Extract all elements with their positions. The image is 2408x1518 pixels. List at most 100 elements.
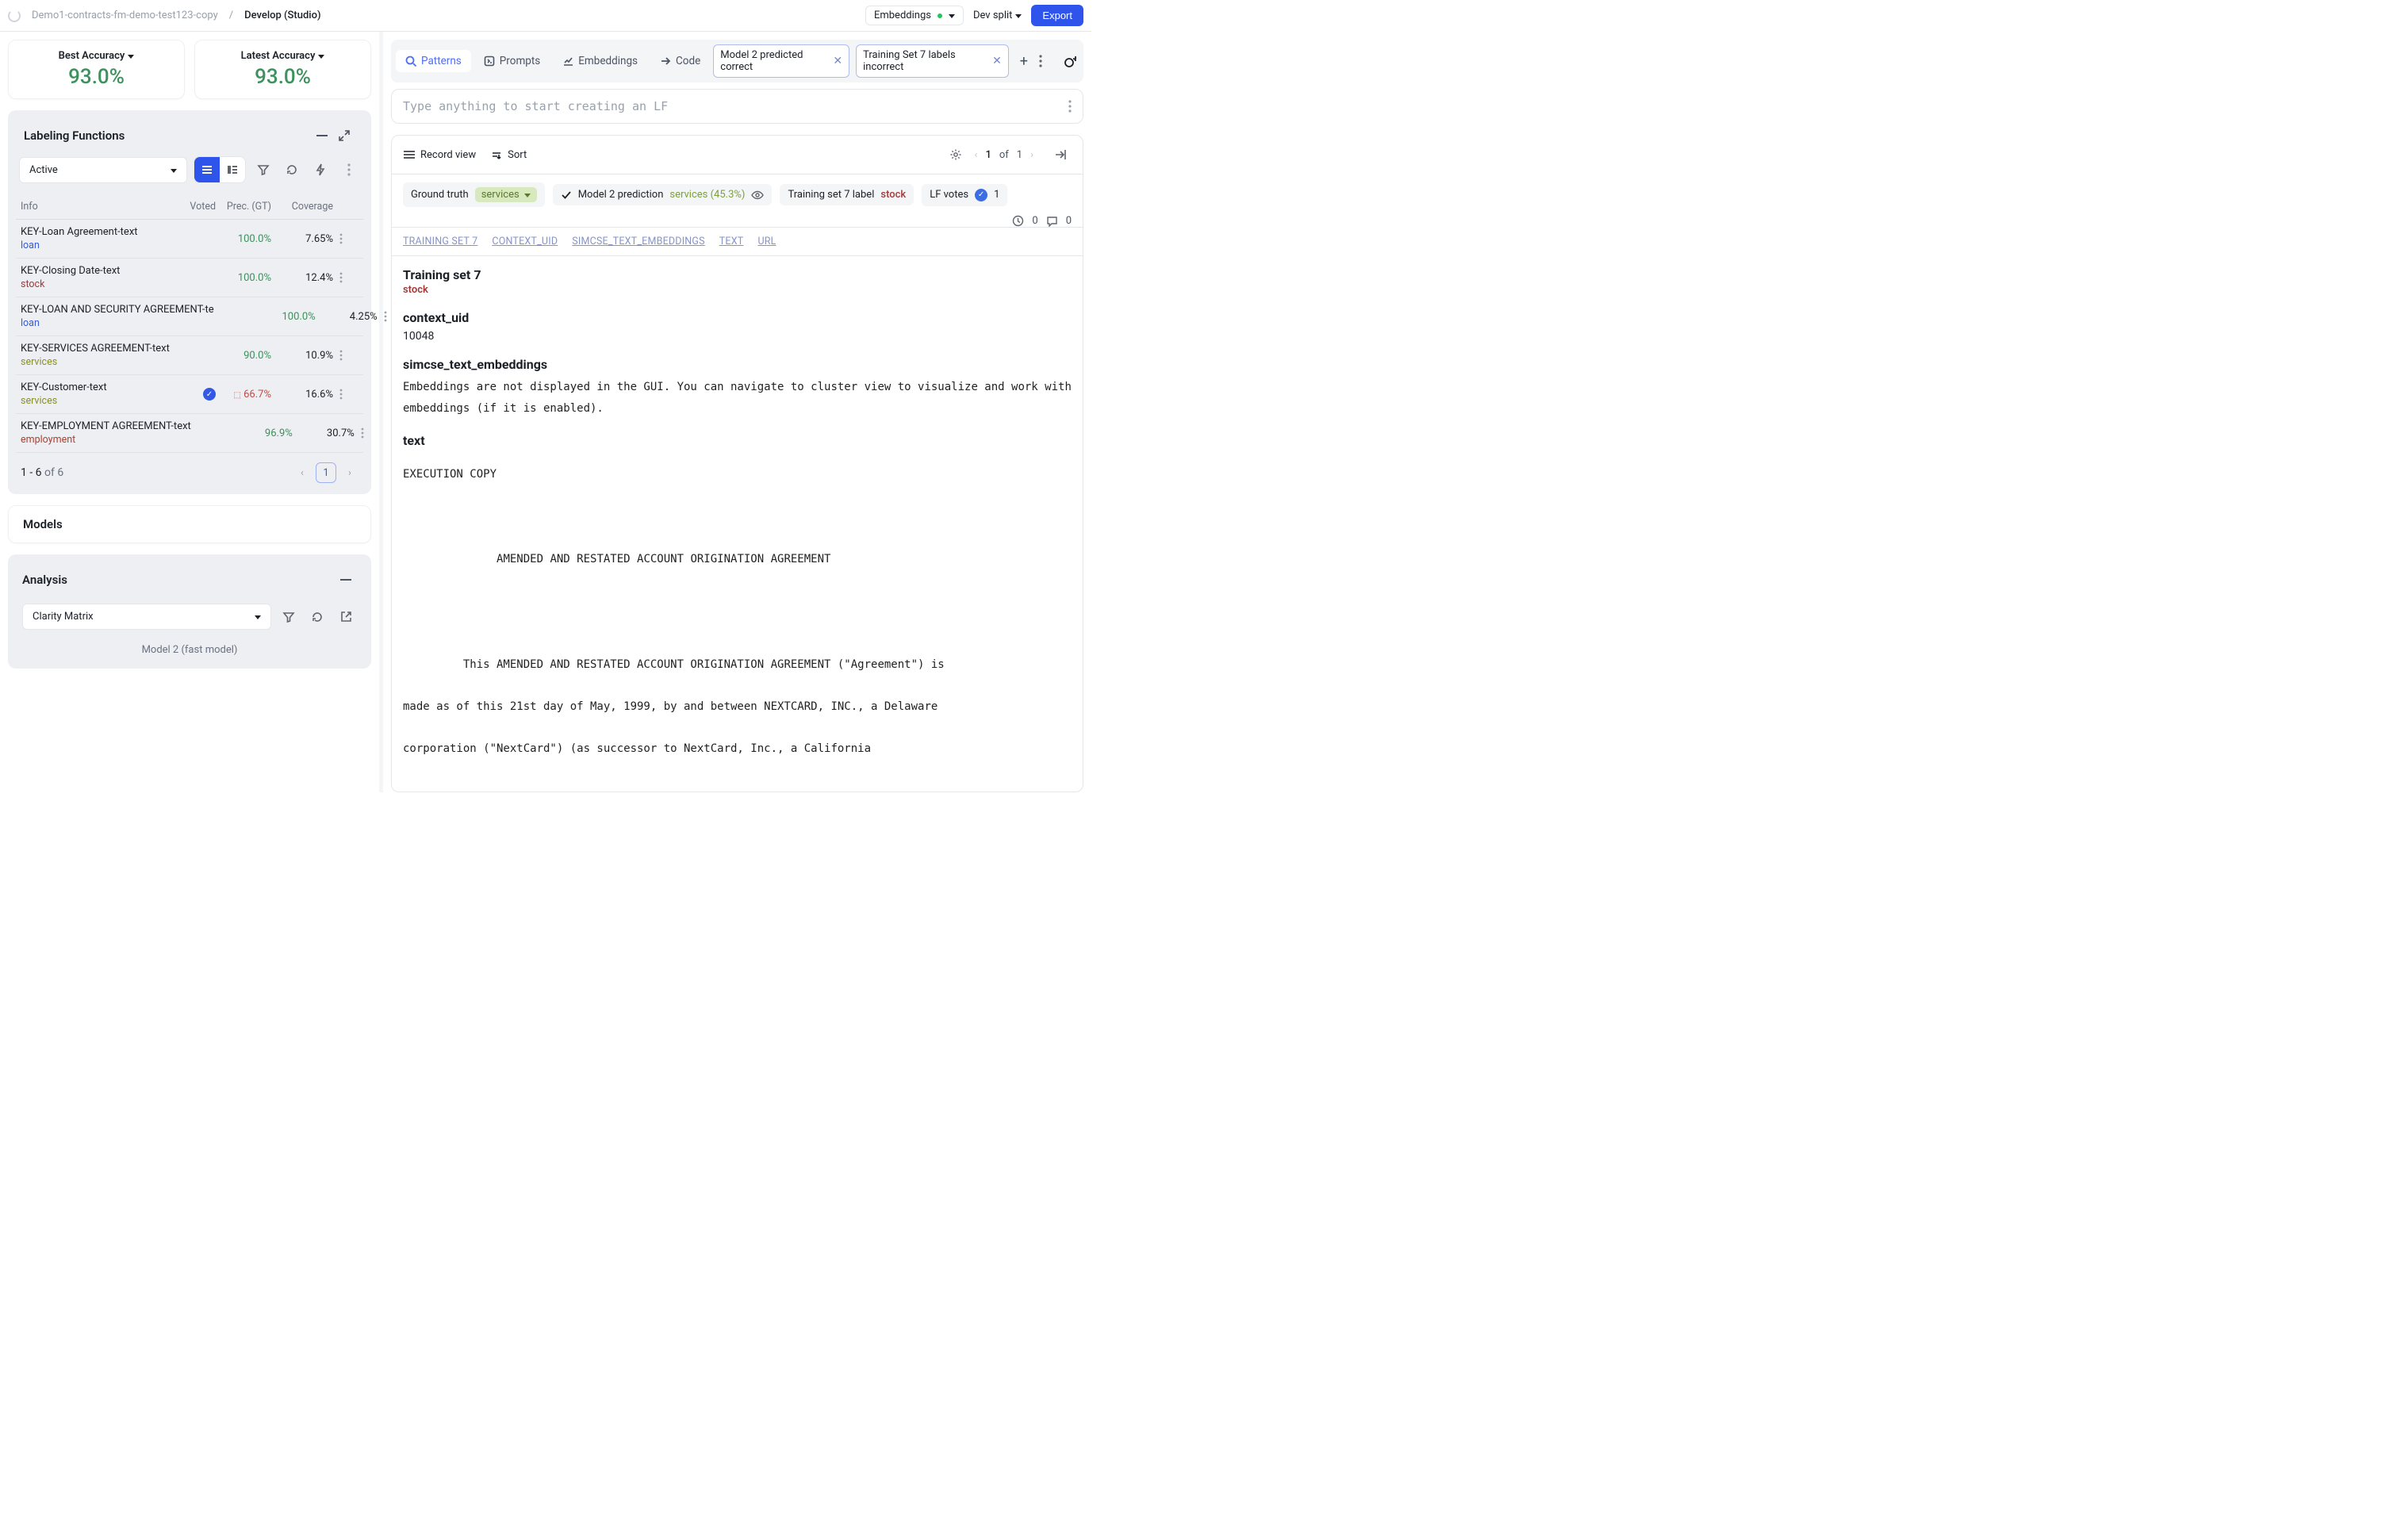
lf-name: KEY-Customer-text [21,381,170,393]
link-training-set[interactable]: TRAINING SET 7 [403,236,477,247]
close-icon[interactable]: ✕ [992,55,1002,67]
refresh-icon [286,163,298,176]
view-toggle[interactable] [194,156,246,183]
more-options-button[interactable] [1039,55,1055,67]
caret-down-icon [128,50,134,62]
table-row[interactable]: KEY-LOAN AND SECURITY AGREEMENT-teloan10… [16,297,363,336]
lf-precision: ⬚ 66.7% [216,389,278,401]
best-accuracy-card: Best Accuracy 93.0% [8,40,185,99]
model-prediction-chip[interactable]: Model 2 prediction services (45.3%) [553,184,773,205]
arrow-right-icon [660,56,671,67]
clock-icon[interactable] [1012,215,1024,227]
models-panel[interactable]: Models [8,505,371,543]
lf-input-more-button[interactable] [1068,100,1072,113]
filter-chip-labels-incorrect[interactable]: Training Set 7 labels incorrect ✕ [856,44,1009,78]
export-button[interactable]: Export [1031,5,1083,26]
align-icon [227,164,238,175]
analysis-select[interactable]: Clarity Matrix [22,604,271,630]
tab-patterns[interactable]: Patterns [396,50,471,72]
table-row[interactable]: KEY-SERVICES AGREEMENT-textservices90.0%… [16,336,363,375]
row-menu-button[interactable] [339,272,359,283]
row-menu-button[interactable] [339,389,359,400]
bolt-button[interactable] [309,159,332,181]
next-page-button[interactable]: › [341,467,359,479]
best-accuracy-label[interactable]: Best Accuracy [59,50,135,62]
dev-split-dropdown[interactable]: Dev split [973,10,1022,21]
latest-accuracy-card: Latest Accuracy 93.0% [194,40,371,99]
lf-tag: loan [21,317,214,329]
collapse-analysis-button[interactable] [335,569,357,591]
link-context-uid[interactable]: CONTEXT_UID [492,236,558,247]
embeddings-dropdown[interactable]: Embeddings [865,6,964,25]
page-number[interactable]: 1 [316,462,336,483]
link-url[interactable]: URL [757,236,776,247]
field-links: TRAINING SET 7 CONTEXT_UID SIMCSE_TEXT_E… [391,228,1083,256]
filter-button[interactable] [252,159,274,181]
pager-count: 1 - 6 of 6 [21,466,63,479]
comment-icon[interactable] [1046,216,1058,227]
more-button[interactable] [338,159,360,181]
prompt-icon [484,56,495,67]
row-menu-button[interactable] [361,427,380,439]
prev-page-button[interactable]: ‹ [293,467,311,479]
chart-icon [562,56,573,67]
link-simcse-embeddings[interactable]: SIMCSE_TEXT_EMBEDDINGS [572,236,705,247]
add-filter-button[interactable]: + [1015,53,1033,70]
tab-prompts[interactable]: Prompts [474,50,550,72]
lf-coverage: 7.65% [278,233,339,245]
training-set-label-chip: Training set 7 label stock [780,184,914,205]
record-settings-button[interactable] [945,144,967,166]
lf-create-input[interactable]: Type anything to start creating an LF [391,89,1083,124]
record-view-button[interactable]: Record view [403,149,476,161]
list-view-button[interactable] [194,157,220,182]
latest-accuracy-label[interactable]: Latest Accuracy [241,50,325,62]
table-row[interactable]: KEY-Customer-textservices✓⬚ 66.7%16.6% [16,375,363,414]
expand-button[interactable] [333,125,355,147]
lf-tag: services [21,356,170,368]
collapse-button[interactable] [311,125,333,147]
lf-precision: 100.0% [260,311,322,323]
lf-filter-dropdown[interactable]: Active [19,157,187,183]
lf-name: KEY-Closing Date-text [21,265,170,277]
lf-coverage: 10.9% [278,350,339,362]
lf-name: KEY-Loan Agreement-text [21,226,170,238]
snorkel-icon[interactable] [1061,52,1079,70]
refresh-icon [311,611,324,623]
breadcrumb-app[interactable]: Demo1-contracts-fm-demo-test123-copy [32,10,218,21]
next-record-button[interactable]: › [1030,149,1033,161]
link-text[interactable]: TEXT [719,236,744,247]
tab-code[interactable]: Code [650,50,710,72]
card-view-button[interactable] [220,157,245,182]
voted-check-icon: ✓ [203,388,216,401]
resize-handle[interactable] [379,32,383,792]
lf-votes-chip[interactable]: LF votes ✓ 1 [922,184,1007,206]
collapse-sidebar-button[interactable] [1049,144,1072,166]
text-title: text [403,433,1072,448]
lf-coverage: 30.7% [299,427,361,439]
analysis-open-button[interactable] [335,606,357,628]
eye-icon [751,190,764,200]
filter-chip-model-correct[interactable]: Model 2 predicted correct ✕ [713,44,849,78]
sort-button[interactable]: Sort [490,149,527,161]
analysis-refresh-button[interactable] [306,606,328,628]
table-row[interactable]: KEY-Loan Agreement-textloan100.0%7.65% [16,220,363,259]
lf-tag: employment [21,434,191,446]
table-row[interactable]: KEY-EMPLOYMENT AGREEMENT-textemployment9… [16,414,363,453]
table-row[interactable]: KEY-Closing Date-textstock100.0%12.4% [16,259,363,297]
prev-record-button[interactable]: ‹ [975,149,978,161]
breadcrumb-sep: / [229,10,233,21]
collapse-right-icon [1054,149,1067,160]
context-uid-title: context_uid [403,310,1072,325]
record-view-icon [403,150,416,159]
text-body: EXECUTION COPY AMENDED AND RESTATED ACCO… [403,464,1072,759]
row-menu-button[interactable] [339,233,359,244]
refresh-button[interactable] [281,159,303,181]
training-set-title: Training set 7 [403,267,1072,282]
row-menu-button[interactable] [339,350,359,361]
close-icon[interactable]: ✕ [833,55,842,67]
tab-embeddings[interactable]: Embeddings [553,50,647,72]
analysis-filter-button[interactable] [278,606,300,628]
ground-truth-chip[interactable]: Ground truth services [403,182,545,207]
lf-precision: 100.0% [216,233,278,245]
filter-icon [257,163,270,176]
